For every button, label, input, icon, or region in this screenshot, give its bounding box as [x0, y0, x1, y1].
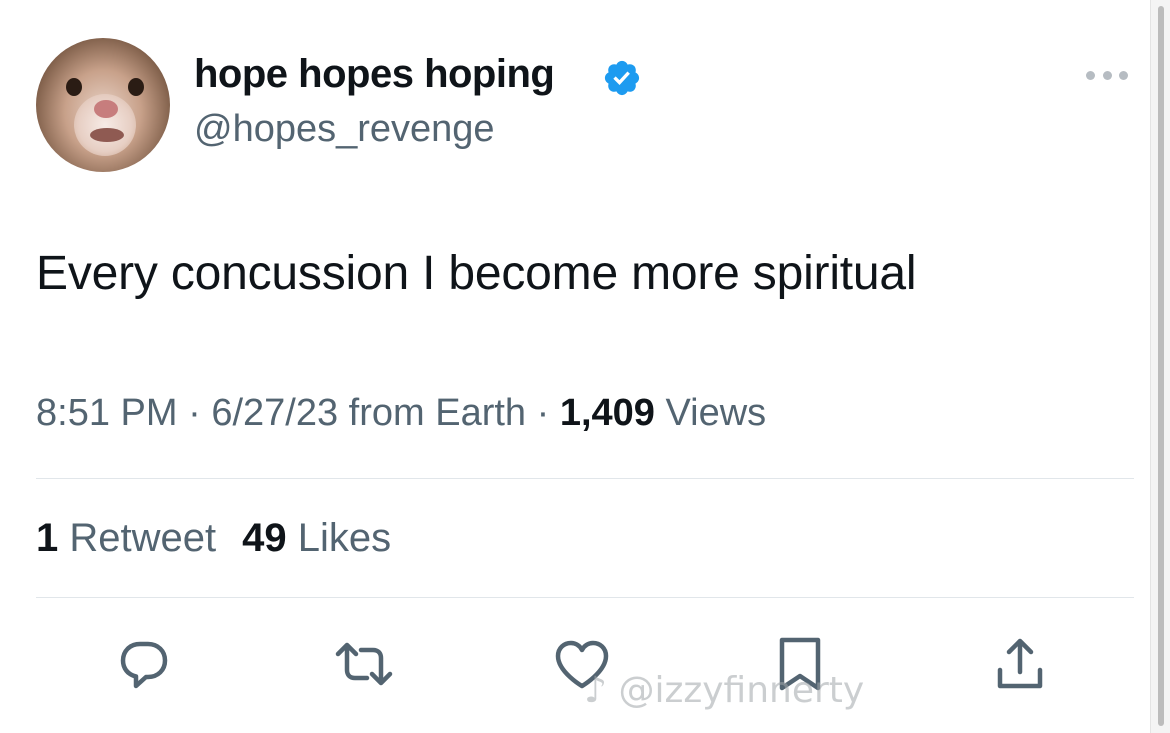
reply-icon [120, 641, 168, 689]
reply-button[interactable] [112, 632, 176, 696]
engagement-stats: 1 Retweet 49 Likes [36, 516, 391, 561]
tweet-meta: 8:51 PM · 6/27/23 from Earth · 1,409 Vie… [36, 392, 766, 435]
retweets-label: Retweet [69, 516, 217, 560]
avatar-mouth [90, 128, 124, 142]
scrollbar-thumb[interactable] [1158, 6, 1164, 726]
retweets-stat[interactable]: 1 Retweet [36, 516, 216, 560]
retweets-count: 1 [36, 516, 59, 560]
share-button[interactable] [988, 632, 1052, 696]
more-options-button[interactable] [1082, 62, 1132, 88]
avatar-eye-right [128, 78, 144, 96]
avatar-nose [94, 100, 118, 118]
display-name[interactable]: hope hopes hoping [194, 52, 555, 97]
dot-icon [1102, 70, 1112, 80]
divider [36, 597, 1134, 598]
share-icon [997, 638, 1043, 689]
scrollbar[interactable] [1150, 0, 1170, 733]
avatar-eye-left [66, 78, 82, 96]
separator: · [188, 392, 201, 434]
tweet-source: from Earth [348, 392, 527, 434]
verified-badge-icon [604, 60, 640, 96]
retweet-button[interactable] [332, 632, 396, 696]
views-count: 1,409 [559, 392, 655, 434]
separator: · [536, 392, 550, 434]
likes-label: Likes [297, 516, 392, 560]
divider [36, 478, 1134, 479]
dot-icon [1119, 70, 1128, 80]
tweet-text: Every concussion I become more spiritual [36, 247, 917, 300]
watermark: ♪ @izzyfinnerty [584, 670, 864, 711]
retweet-icon [335, 642, 393, 686]
dot-icon [1086, 70, 1095, 80]
watermark-text: @izzyfinnerty [618, 670, 865, 711]
views-label: Views [665, 392, 767, 434]
tweet-date[interactable]: 6/27/23 [211, 392, 338, 434]
tiktok-icon: ♪ [584, 670, 607, 711]
tweet-time[interactable]: 8:51 PM [36, 392, 178, 434]
user-handle[interactable]: @hopes_revenge [194, 108, 495, 151]
avatar[interactable] [36, 38, 170, 172]
likes-stat[interactable]: 49 Likes [242, 516, 391, 560]
likes-count: 49 [242, 516, 287, 560]
tweet-card: hope hopes hoping @hopes_revenge Every c… [0, 0, 1170, 733]
